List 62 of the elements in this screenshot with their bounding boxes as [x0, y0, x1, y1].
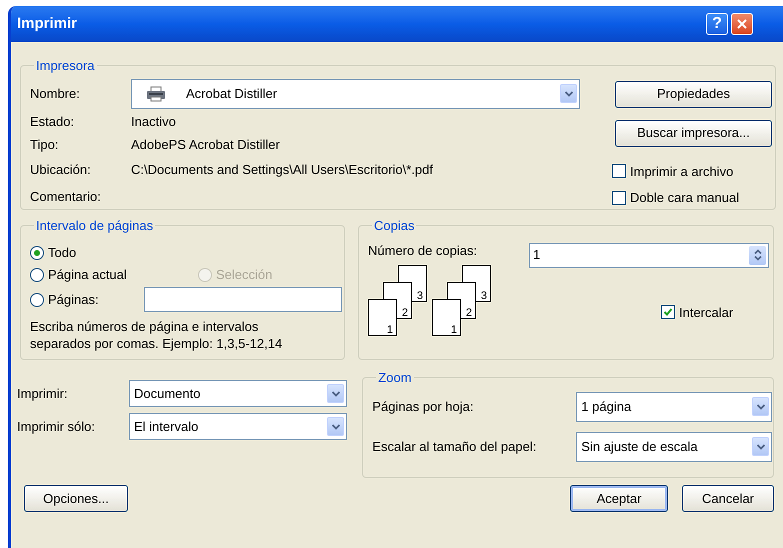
spin-arrows-icon	[754, 249, 762, 261]
chevron-down-icon	[756, 404, 765, 410]
radio-button[interactable]	[30, 246, 44, 260]
radio-button[interactable]	[30, 292, 44, 306]
group-title: Intervalo de páginas	[35, 217, 154, 235]
chevron-down-icon	[332, 424, 340, 430]
radio-label: Selección	[216, 266, 272, 284]
button[interactable]: Propiedades	[615, 80, 772, 108]
checkbox-label[interactable]: Imprimir a archivo	[630, 162, 734, 181]
radio-label[interactable]: Todo	[48, 242, 76, 262]
dropdown-button[interactable]	[327, 384, 344, 403]
field-value: C:\Documents and Settings\All Users\Escritorio\*.pdf	[131, 161, 434, 180]
chevron-down-icon	[564, 90, 572, 96]
collated-pages-drawing: 3 2 1	[368, 264, 428, 336]
field-label: Número de copias:	[368, 242, 478, 260]
dropdown-button[interactable]	[327, 417, 344, 436]
dropdown[interactable]: El intervalo	[129, 413, 347, 440]
field-value: AdobePS Acrobat Distiller	[131, 136, 280, 154]
spin-box[interactable]: 1	[529, 242, 769, 268]
dropdown[interactable]: Documento	[129, 380, 347, 407]
checkbox-label[interactable]: Intercalar	[679, 302, 734, 322]
checkbox[interactable]	[612, 164, 626, 178]
printer-icon	[146, 86, 166, 102]
help-button[interactable]: ?	[706, 13, 728, 35]
checkbox-label[interactable]: Doble cara manual	[630, 188, 740, 208]
radio-button[interactable]	[30, 268, 44, 282]
button[interactable]: Cancelar	[682, 485, 774, 512]
dropdown-button[interactable]	[752, 437, 770, 456]
checkbox[interactable]	[612, 190, 626, 205]
field-label: Escalar al tamaño del papel:	[372, 438, 538, 456]
radio-label[interactable]: Páginas:	[48, 290, 99, 310]
field-label: Imprimir sólo:	[17, 418, 96, 436]
field-label: Tipo:	[30, 136, 60, 154]
field-label: Imprimir:	[17, 384, 69, 403]
checkbox[interactable]	[661, 305, 675, 320]
input-field[interactable]	[144, 287, 342, 312]
chevron-down-icon	[756, 444, 765, 450]
button[interactable]: Aceptar	[570, 485, 668, 512]
dropdown[interactable]: Acrobat Distiller	[131, 78, 580, 108]
collated-pages-drawing: 3 2 1	[432, 264, 492, 336]
dropdown-button[interactable]	[752, 397, 770, 416]
dropdown-button[interactable]	[560, 84, 577, 103]
group-title: Copias	[373, 217, 416, 235]
radio-label[interactable]: Página actual	[48, 264, 127, 284]
field-label: Nombre:	[30, 84, 81, 103]
dropdown[interactable]: Sin ajuste de escala	[576, 432, 772, 462]
hint-text: Escriba números de página e intervalos separados por comas. Ejemplo: 1,3,5-12,14	[30, 318, 284, 352]
dropdown[interactable]: 1 página	[576, 392, 772, 422]
field-value: Inactivo	[131, 113, 176, 132]
button[interactable]: Buscar impresora...	[615, 120, 772, 146]
window-title: Imprimir	[17, 14, 78, 34]
field-label: Páginas por hoja:	[372, 398, 474, 416]
chevron-down-icon	[332, 390, 340, 396]
field-label: Ubicación:	[30, 161, 92, 180]
field-label: Estado:	[30, 113, 76, 132]
button[interactable]: Opciones...	[24, 485, 128, 512]
field-label: Comentario:	[30, 188, 102, 206]
close-button[interactable]	[731, 13, 753, 35]
close-icon	[737, 19, 747, 29]
group-title: Zoom	[377, 369, 413, 387]
spin-buttons[interactable]	[749, 246, 766, 264]
group-title: Impresora	[35, 57, 96, 75]
